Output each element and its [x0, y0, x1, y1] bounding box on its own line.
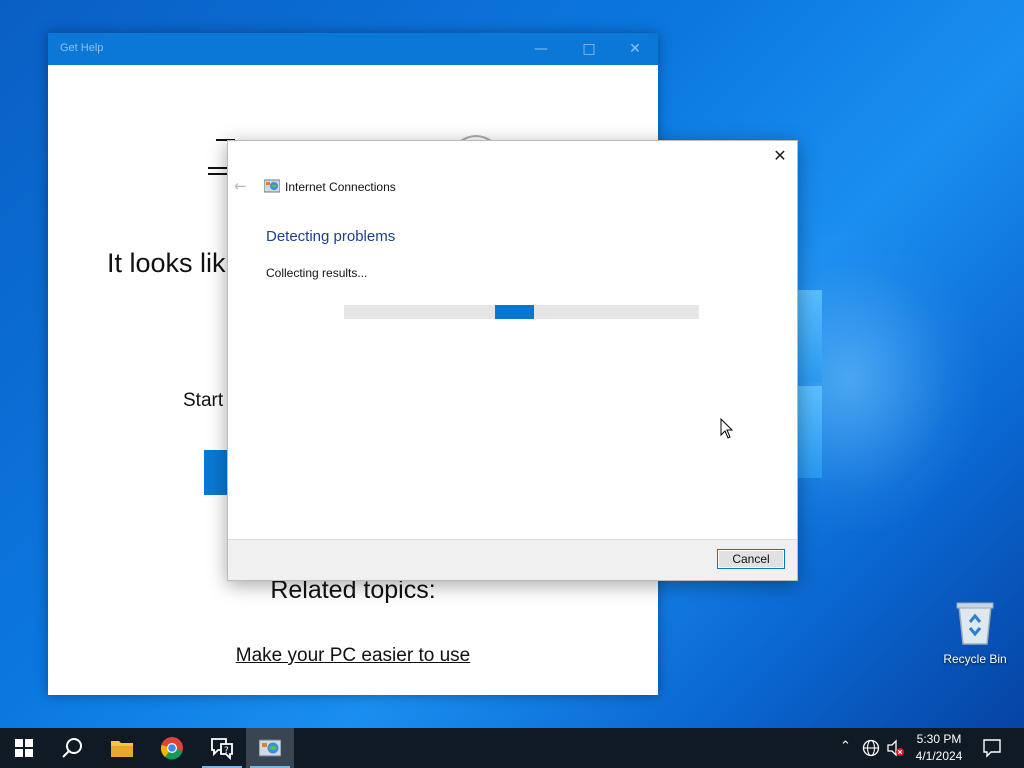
mouse-cursor-icon [720, 418, 734, 439]
desktop: Get Help — □ ✕ It looks lik Start Relate… [0, 0, 1024, 728]
get-help-titlebar[interactable]: Get Help — □ ✕ [48, 33, 658, 65]
internet-connections-icon [264, 179, 280, 193]
clock-time: 5:30 PM [916, 732, 962, 746]
chevron-up-icon[interactable]: ⌃ [840, 739, 851, 754]
clock-date: 4/1/2024 [915, 749, 963, 763]
dialog-status-text: Collecting results... [266, 266, 368, 280]
get-help-taskbar-button[interactable]: ? [198, 728, 246, 768]
dialog-footer: Cancel [228, 539, 797, 580]
file-explorer-button[interactable] [98, 728, 146, 768]
search-icon [62, 738, 82, 758]
cancel-button[interactable]: Cancel [717, 549, 785, 569]
window-title: Get Help [60, 42, 104, 54]
related-topic-link[interactable]: Make your PC easier to use [48, 645, 658, 667]
svg-text:?: ? [224, 746, 229, 756]
dialog-app-title: Internet Connections [285, 180, 396, 194]
minimize-button[interactable]: — [518, 33, 564, 65]
troubleshoot-headline: It looks lik [107, 248, 226, 278]
recycle-bin-icon [956, 602, 994, 645]
chrome-icon [160, 737, 183, 760]
start-text: Start [183, 390, 224, 411]
recycle-bin-label: Recycle Bin [943, 652, 1007, 666]
taskbar: ? ⌃ 5:30 PM 4/1/2024 [0, 728, 1024, 768]
close-button[interactable]: ✕ [612, 33, 658, 65]
dialog-close-button[interactable]: ✕ [765, 141, 795, 171]
notification-icon[interactable] [982, 738, 1002, 758]
start-button[interactable] [0, 728, 48, 768]
back-arrow-icon[interactable]: ← [234, 177, 247, 195]
maximize-button[interactable]: □ [566, 33, 612, 65]
troubleshooter-taskbar-button[interactable] [246, 728, 294, 768]
recycle-bin[interactable]: Recycle Bin [938, 600, 1012, 666]
get-help-icon: ? [211, 738, 233, 760]
taskbar-clock[interactable]: 5:30 PM 4/1/2024 [906, 731, 972, 765]
windows-logo-pane [798, 290, 822, 382]
volume-muted-icon[interactable] [886, 739, 906, 757]
troubleshooter-dialog: ✕ ← Internet Connections Detecting probl… [227, 140, 798, 581]
search-button[interactable] [48, 728, 96, 768]
start-icon [15, 739, 33, 757]
network-globe-icon[interactable] [862, 739, 880, 757]
progress-bar [344, 305, 699, 319]
chrome-button[interactable] [148, 728, 196, 768]
progress-indicator [495, 305, 534, 319]
internet-connections-troubleshooter-icon [259, 739, 281, 757]
dialog-heading: Detecting problems [266, 228, 396, 245]
file-explorer-icon [111, 741, 133, 757]
windows-logo-pane [798, 386, 822, 478]
